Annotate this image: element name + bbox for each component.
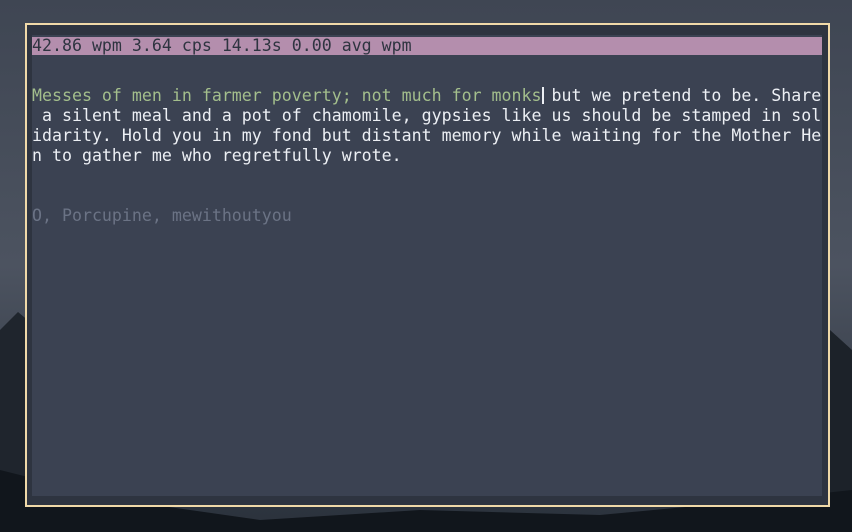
quote-attribution: O, Porcupine, mewithoutyou xyxy=(32,206,292,225)
typed-text: Messes of men in farmer poverty; not muc… xyxy=(32,86,542,105)
quote-line-2: a silent meal and a pot of chamomile, gy… xyxy=(32,106,822,125)
quote-line-3: idarity. Hold you in my fond but distant… xyxy=(32,126,822,145)
stats-bar: 42.86 wpm 3.64 cps 14.13s 0.00 avg wpm xyxy=(32,37,822,55)
terminal-window[interactable]: 42.86 wpm 3.64 cps 14.13s 0.00 avg wpm M… xyxy=(25,23,830,507)
typing-test-screen[interactable]: 42.86 wpm 3.64 cps 14.13s 0.00 avg wpm M… xyxy=(32,35,822,496)
pending-text: but we pretend to be. Share xyxy=(541,86,822,105)
quote-line-1: Messes of men in farmer poverty; not muc… xyxy=(32,86,821,106)
quote-line-4: n to gather me who regretfully wrote. xyxy=(32,146,402,165)
